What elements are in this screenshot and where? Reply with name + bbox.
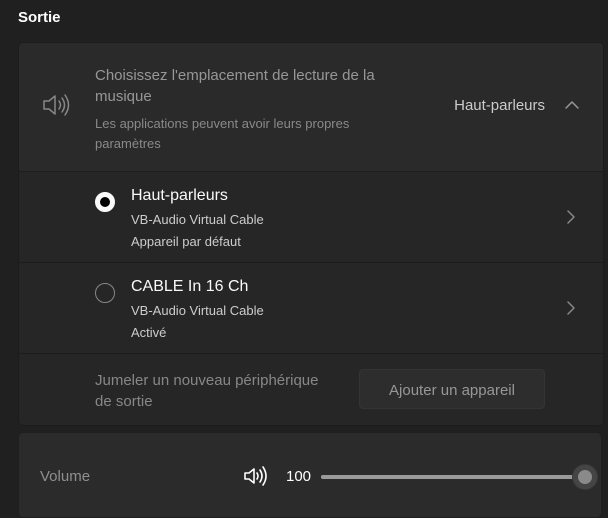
device-status: Activé [131,325,167,340]
pair-new-device-row: Jumeler un nouveau périphérique de sorti… [19,354,603,425]
volume-value: 100 [286,468,312,485]
device-name: Haut-parleurs [131,187,228,204]
device-name: CABLE In 16 Ch [131,278,249,295]
section-title: Sortie [18,9,61,26]
device-radio-unselected[interactable] [95,283,115,303]
output-expander-title: Choisissez l'emplacement de lecture de l… [95,67,375,105]
speaker-icon [41,93,75,117]
device-description: VB-Audio Virtual Cable [131,303,264,318]
chevron-right-icon[interactable] [565,208,577,226]
chevron-up-icon[interactable] [563,97,581,113]
chevron-right-icon[interactable] [565,299,577,317]
volume-slider[interactable] [321,465,597,489]
device-status: Appareil par défaut [131,234,241,249]
volume-slider-thumb[interactable] [573,465,597,489]
output-device-row[interactable]: CABLE In 16 Ch VB-Audio Virtual Cable Ac… [19,263,603,354]
volume-label: Volume [40,468,91,485]
output-expander-header[interactable]: Choisissez l'emplacement de lecture de l… [19,43,603,172]
add-device-button[interactable]: Ajouter un appareil [359,369,545,409]
volume-slider-fill [321,475,585,479]
pair-new-device-text: Jumeler un nouveau périphérique de sorti… [95,372,319,410]
volume-slider-thumb-center [578,470,592,484]
speaker-icon[interactable] [243,466,271,486]
sound-output-settings: Sortie Choisissez l'emplacement de lectu… [0,0,608,518]
device-radio-selected[interactable] [95,192,115,212]
output-device-expander: Choisissez l'emplacement de lecture de l… [18,42,604,426]
volume-card: Volume 100 [18,432,602,518]
selected-output-device: Haut-parleurs [454,97,545,114]
output-expander-subtitle: Les applications peuvent avoir leurs pro… [95,116,350,151]
device-description: VB-Audio Virtual Cable [131,212,264,227]
output-device-row[interactable]: Haut-parleurs VB-Audio Virtual Cable App… [19,172,603,263]
